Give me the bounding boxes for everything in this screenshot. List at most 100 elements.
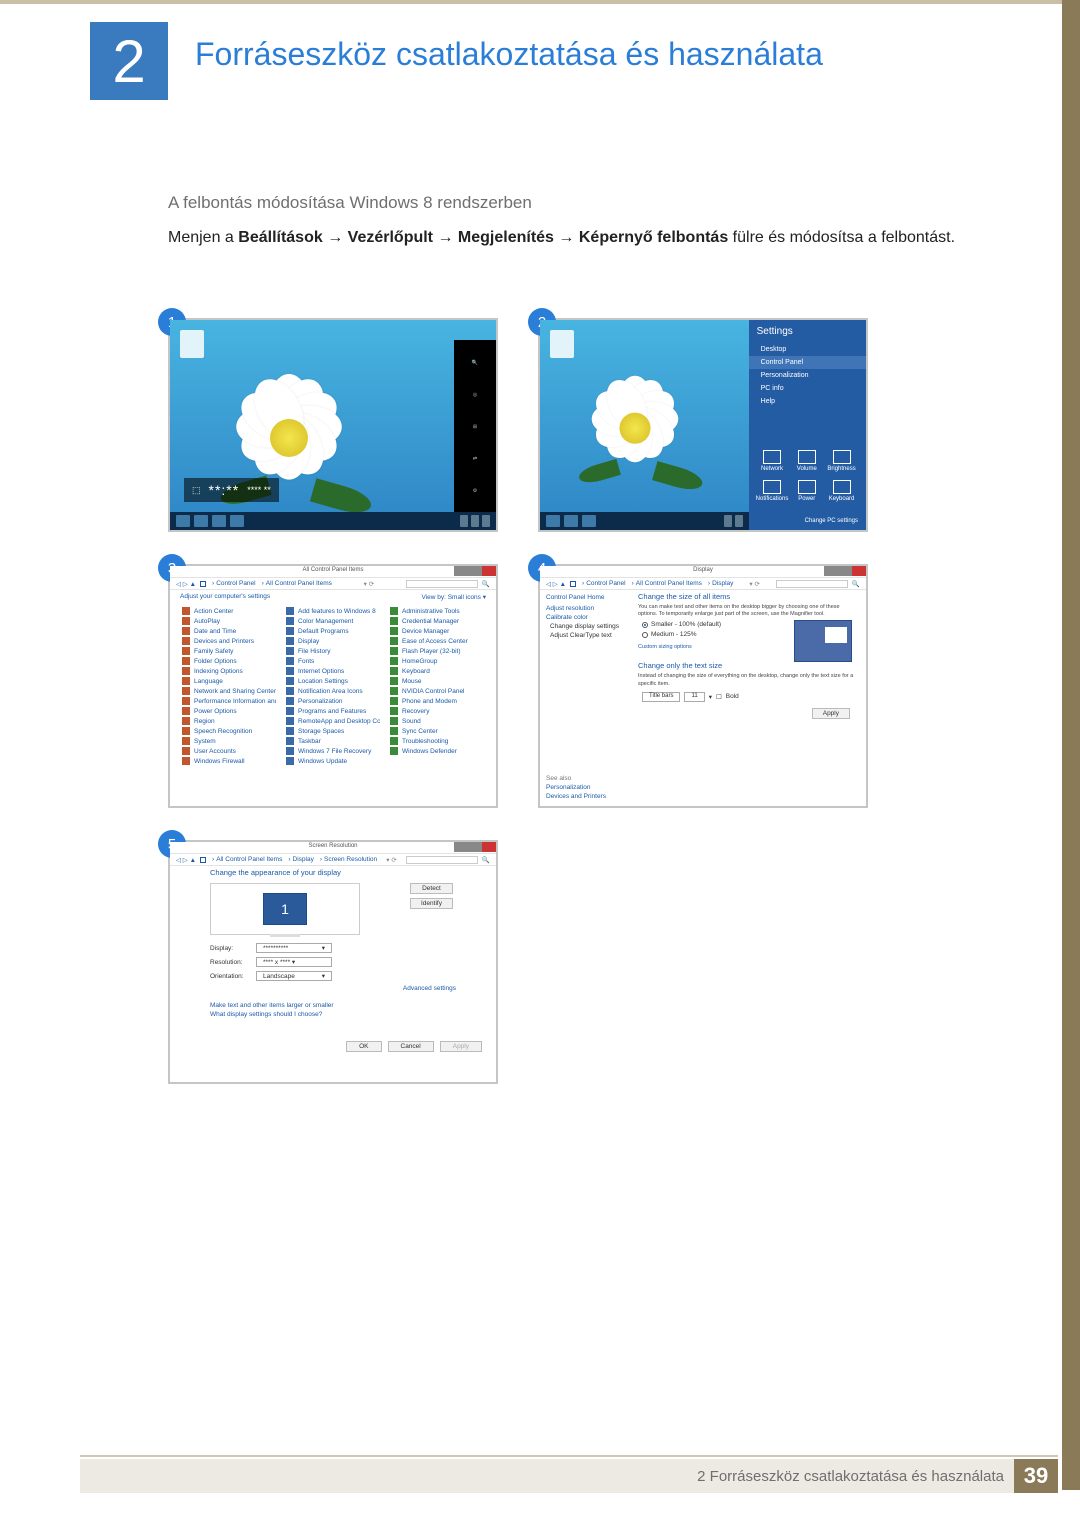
identify-button[interactable]: Identify [410, 898, 453, 909]
side-link[interactable]: Adjust ClearType text [550, 632, 622, 639]
maximize-icon[interactable] [468, 842, 482, 852]
control-panel-item[interactable]: Speech Recognition [182, 727, 276, 735]
control-panel-item[interactable]: Windows 7 File Recovery [286, 747, 380, 755]
minimize-icon[interactable] [454, 842, 468, 852]
task-icon[interactable] [212, 515, 226, 527]
quick-brightness[interactable]: Brightness [824, 446, 859, 476]
control-panel-item[interactable]: Sound [390, 717, 484, 725]
control-panel-item[interactable]: Devices and Printers [182, 637, 276, 645]
control-panel-item[interactable]: NVIDIA Control Panel [390, 687, 484, 695]
ok-button[interactable]: OK [346, 1041, 381, 1052]
side-link[interactable]: Change display settings [550, 623, 622, 630]
control-panel-item[interactable]: System [182, 737, 276, 745]
control-panel-item[interactable]: Language [182, 677, 276, 685]
control-panel-item[interactable]: User Accounts [182, 747, 276, 755]
control-panel-item[interactable]: Device Manager [390, 627, 484, 635]
search-input[interactable] [406, 580, 478, 588]
control-panel-item[interactable]: Color Management [286, 617, 380, 625]
quick-volume[interactable]: Volume [789, 446, 824, 476]
detect-button[interactable]: Detect [410, 883, 453, 894]
quick-keyboard[interactable]: Keyboard [824, 476, 859, 506]
cancel-button[interactable]: Cancel [388, 1041, 434, 1052]
control-panel-item[interactable]: Internet Options [286, 667, 380, 675]
quick-power[interactable]: Power [789, 476, 824, 506]
apply-button[interactable]: Apply [440, 1041, 482, 1052]
control-panel-item[interactable]: Windows Defender [390, 747, 484, 755]
search-input[interactable] [406, 856, 478, 864]
control-panel-item[interactable]: Add features to Windows 8 [286, 607, 380, 615]
control-panel-item[interactable]: Default Programs [286, 627, 380, 635]
control-panel-item[interactable]: Family Safety [182, 647, 276, 655]
control-panel-item[interactable]: Notification Area Icons [286, 687, 380, 695]
control-panel-item[interactable]: Personalization [286, 697, 380, 705]
control-panel-item[interactable]: Region [182, 717, 276, 725]
side-link[interactable]: Adjust resolution [546, 605, 622, 612]
control-panel-item[interactable]: RemoteApp and Desktop Connections [286, 717, 380, 725]
maximize-icon[interactable] [468, 566, 482, 576]
resolution-dropdown[interactable]: **** x **** ▾ [256, 957, 332, 967]
flyout-item[interactable]: Control Panel [749, 356, 866, 369]
search-icon[interactable]: 🔍 [472, 348, 478, 376]
size-select[interactable]: 11 [684, 692, 704, 702]
control-panel-item[interactable]: HomeGroup [390, 657, 484, 665]
item-select[interactable]: Title bars [642, 692, 680, 702]
flyout-item[interactable]: Desktop [749, 343, 866, 356]
control-panel-item[interactable]: Troubleshooting [390, 737, 484, 745]
close-icon[interactable] [482, 842, 496, 852]
address-bar[interactable]: ◁ ▷ ▲ Control Panel All Control Panel It… [170, 578, 496, 590]
control-panel-item[interactable]: File History [286, 647, 380, 655]
search-icon[interactable]: 🔍 [852, 580, 860, 588]
flyout-item[interactable]: PC info [749, 382, 866, 395]
control-panel-item[interactable]: Folder Options [182, 657, 276, 665]
control-panel-item[interactable]: Flash Player (32-bit) [390, 647, 484, 655]
control-panel-item[interactable]: Performance Information and Tools [182, 697, 276, 705]
close-icon[interactable] [852, 566, 866, 576]
search-icon[interactable]: 🔍 [482, 580, 490, 588]
control-panel-item[interactable]: Fonts [286, 657, 380, 665]
control-panel-item[interactable]: Taskbar [286, 737, 380, 745]
apply-button[interactable]: Apply [812, 708, 850, 719]
minimize-icon[interactable] [824, 566, 838, 576]
quick-notifications[interactable]: Notifications [755, 476, 790, 506]
control-panel-item[interactable]: Administrative Tools [390, 607, 484, 615]
change-pc-settings-link[interactable]: Change PC settings [805, 518, 858, 524]
search-input[interactable] [776, 580, 848, 588]
address-bar[interactable]: ◁ ▷ ▲ Control Panel All Control Panel It… [540, 578, 866, 590]
monitor-preview[interactable]: 1 [210, 883, 360, 935]
maximize-icon[interactable] [838, 566, 852, 576]
control-panel-item[interactable]: Programs and Features [286, 707, 380, 715]
start-icon[interactable]: ⊞ [473, 412, 477, 440]
side-link[interactable]: Calibrate color [546, 614, 622, 621]
minimize-icon[interactable] [454, 566, 468, 576]
hint-link[interactable]: What display settings should I choose? [210, 1011, 486, 1018]
explorer-icon[interactable] [194, 515, 208, 527]
task-icon[interactable] [230, 515, 244, 527]
address-bar[interactable]: ◁ ▷ ▲ All Control Panel Items Display Sc… [170, 854, 496, 866]
quick-network[interactable]: Network [755, 446, 790, 476]
hint-link[interactable]: Make text and other items larger or smal… [210, 1002, 486, 1009]
control-panel-item[interactable]: AutoPlay [182, 617, 276, 625]
view-by-dropdown[interactable]: View by: Small icons ▾ [421, 593, 486, 601]
devices-icon[interactable]: ⇄ [473, 444, 477, 472]
close-icon[interactable] [482, 566, 496, 576]
control-panel-item[interactable]: Network and Sharing Center [182, 687, 276, 695]
orientation-dropdown[interactable]: Landscape▾ [256, 971, 332, 981]
control-panel-item[interactable]: Keyboard [390, 667, 484, 675]
share-icon[interactable]: ◎ [473, 380, 477, 408]
flyout-item[interactable]: Personalization [749, 369, 866, 382]
search-icon[interactable]: 🔍 [482, 856, 490, 864]
control-panel-item[interactable]: Location Settings [286, 677, 380, 685]
control-panel-item[interactable]: Mouse [390, 677, 484, 685]
display-dropdown[interactable]: **********▾ [256, 943, 332, 953]
control-panel-item[interactable]: Credential Manager [390, 617, 484, 625]
control-panel-item[interactable]: Storage Spaces [286, 727, 380, 735]
advanced-settings-link[interactable]: Advanced settings [210, 985, 456, 992]
control-panel-item[interactable]: Ease of Access Center [390, 637, 484, 645]
control-panel-item[interactable]: Power Options [182, 707, 276, 715]
control-panel-item[interactable]: Date and Time [182, 627, 276, 635]
control-panel-item[interactable]: Sync Center [390, 727, 484, 735]
control-panel-item[interactable]: Action Center [182, 607, 276, 615]
control-panel-item[interactable]: Indexing Options [182, 667, 276, 675]
settings-icon[interactable]: ⚙ [473, 476, 477, 504]
flyout-item[interactable]: Help [749, 395, 866, 408]
